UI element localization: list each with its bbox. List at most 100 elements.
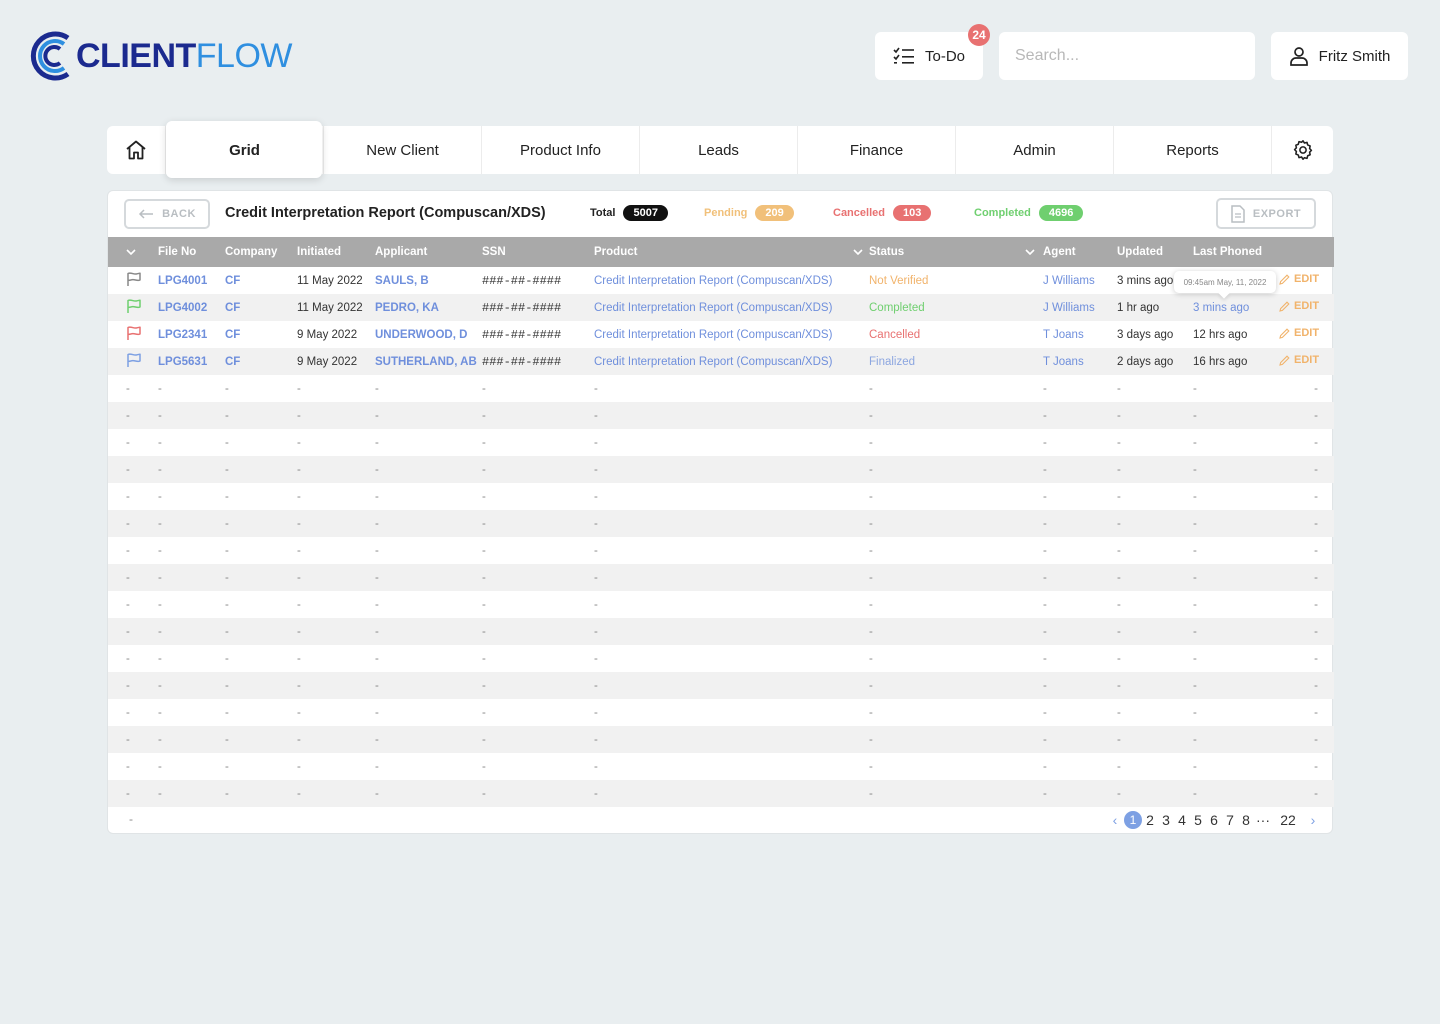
agent-link[interactable]: T Joans	[1043, 329, 1084, 341]
page-5[interactable]: 5	[1190, 812, 1206, 828]
flag-cell[interactable]	[108, 348, 158, 375]
file-no-link[interactable]: LPG4001	[158, 275, 207, 287]
col-updated[interactable]: Updated	[1117, 237, 1193, 267]
col-product[interactable]: Product	[594, 237, 869, 267]
chevron-down-icon[interactable]	[1025, 249, 1035, 255]
empty-cell: -	[1193, 409, 1197, 422]
table-row[interactable]: LPG4002 CF 11 May 2022 PEDRO, KA ###-##-####…	[108, 294, 1334, 321]
empty-cell: -	[1043, 517, 1047, 530]
edit-button[interactable]: EDIT	[1279, 273, 1319, 285]
agent-link[interactable]: J Williams	[1043, 275, 1095, 287]
empty-cell: -	[1043, 760, 1047, 773]
page-7[interactable]: 7	[1222, 812, 1238, 828]
empty-cell: -	[225, 436, 229, 449]
empty-cell: -	[594, 436, 598, 449]
product-link[interactable]: Credit Interpretation Report (Compuscan/…	[594, 329, 832, 341]
agent-link[interactable]: J Williams	[1043, 302, 1095, 314]
table-row[interactable]: LPG4001 CF 11 May 2022 SAULS, B ###-##-#### C…	[108, 267, 1334, 294]
edit-button[interactable]: EDIT	[1279, 300, 1319, 312]
page-4[interactable]: 4	[1174, 812, 1190, 828]
empty-row: ------------	[108, 618, 1334, 645]
tab-reports[interactable]: Reports	[1114, 126, 1272, 174]
flag-icon[interactable]	[126, 325, 142, 341]
tab-finance[interactable]: Finance	[798, 126, 956, 174]
empty-row: ------------	[108, 429, 1334, 456]
empty-cell: -	[594, 571, 598, 584]
tab-new-client[interactable]: New Client	[324, 126, 482, 174]
tab-leads[interactable]: Leads	[640, 126, 798, 174]
flag-icon[interactable]	[126, 271, 142, 287]
col-applicant[interactable]: Applicant	[375, 237, 482, 267]
flag-cell[interactable]	[108, 321, 158, 348]
tab-grid[interactable]: Grid	[166, 121, 324, 178]
settings-button[interactable]	[1272, 126, 1333, 174]
edit-label: EDIT	[1294, 300, 1320, 313]
agent-link[interactable]: T Joans	[1043, 356, 1084, 368]
edit-button[interactable]: EDIT	[1279, 327, 1319, 339]
col-company[interactable]: Company	[225, 237, 297, 267]
last-phoned-cell: 16 hrs ago	[1193, 355, 1248, 368]
empty-cell: -	[1193, 463, 1197, 476]
tab-admin[interactable]: Admin	[956, 126, 1114, 174]
empty-cell: -	[1117, 706, 1121, 719]
empty-cell: -	[1117, 517, 1121, 530]
empty-cell: -	[297, 679, 301, 692]
chevron-right-icon[interactable]: ›	[1304, 812, 1322, 828]
empty-cell: -	[375, 625, 379, 638]
empty-cell: -	[1193, 787, 1197, 800]
empty-cell: -	[158, 463, 162, 476]
chevron-left-icon[interactable]: ‹	[1106, 812, 1124, 828]
empty-cell: -	[297, 517, 301, 530]
col-agent[interactable]: Agent	[1043, 237, 1117, 267]
table-row[interactable]: LPG2341 CF 9 May 2022 UNDERWOOD, D ###-##-##…	[108, 321, 1334, 348]
page-8[interactable]: 8	[1238, 812, 1254, 828]
page-1[interactable]: 1	[1124, 811, 1142, 829]
logo[interactable]: CLIENT FLOW	[28, 28, 293, 84]
stat-total-label: Total	[590, 207, 616, 219]
applicant-link[interactable]: UNDERWOOD, D	[375, 329, 467, 341]
col-status[interactable]: Status	[869, 237, 1043, 267]
applicant-link[interactable]: PEDRO, KA	[375, 302, 439, 314]
select-all-toggle[interactable]	[108, 237, 158, 267]
empty-cell: -	[158, 490, 162, 503]
empty-cell: -	[126, 382, 130, 395]
applicant-link[interactable]: SAULS, B	[375, 275, 429, 287]
empty-cell: -	[375, 760, 379, 773]
initiated-cell: 9 May 2022	[297, 328, 358, 341]
flag-icon[interactable]	[126, 298, 142, 314]
product-link[interactable]: Credit Interpretation Report (Compuscan/…	[594, 356, 832, 368]
file-no-link[interactable]: LPG4002	[158, 302, 207, 314]
empty-cell: -	[1117, 760, 1121, 773]
chevron-down-icon[interactable]	[853, 249, 863, 255]
product-link[interactable]: Credit Interpretation Report (Compuscan/…	[594, 302, 832, 314]
file-no-link[interactable]: LPG2341	[158, 329, 207, 341]
flag-icon[interactable]	[126, 352, 142, 368]
user-menu-button[interactable]: Fritz Smith	[1271, 32, 1408, 80]
empty-row: ------------	[108, 699, 1334, 726]
flag-cell[interactable]	[108, 294, 158, 321]
col-ssn[interactable]: SSN	[482, 237, 594, 267]
table-row[interactable]: LPG5631 CF 9 May 2022 SUTHERLAND, AB ###-##-…	[108, 348, 1334, 375]
home-button[interactable]	[107, 126, 166, 174]
edit-label: EDIT	[1294, 273, 1320, 286]
export-button[interactable]: EXPORT	[1216, 198, 1316, 229]
page-6[interactable]: 6	[1206, 812, 1222, 828]
tab-product-info[interactable]: Product Info	[482, 126, 640, 174]
back-button[interactable]: BACK	[124, 199, 210, 229]
empty-cell: -	[1314, 544, 1318, 557]
todo-button[interactable]: To-Do	[875, 32, 983, 80]
page-3[interactable]: 3	[1158, 812, 1174, 828]
col-initiated[interactable]: Initiated	[297, 237, 375, 267]
page-2[interactable]: 2	[1142, 812, 1158, 828]
col-file-no[interactable]: File No	[158, 237, 225, 267]
edit-button[interactable]: EDIT	[1279, 354, 1319, 366]
applicant-link[interactable]: SUTHERLAND, AB	[375, 356, 477, 368]
product-link[interactable]: Credit Interpretation Report (Compuscan/…	[594, 275, 832, 287]
col-last-phoned[interactable]: Last Phoned	[1193, 237, 1279, 267]
file-no-link[interactable]: LPG5631	[158, 356, 207, 368]
flag-cell[interactable]	[108, 267, 158, 294]
search-input[interactable]	[999, 32, 1255, 80]
page-last[interactable]: 22	[1276, 812, 1300, 828]
empty-cell: -	[375, 706, 379, 719]
empty-cell: -	[1193, 517, 1197, 530]
